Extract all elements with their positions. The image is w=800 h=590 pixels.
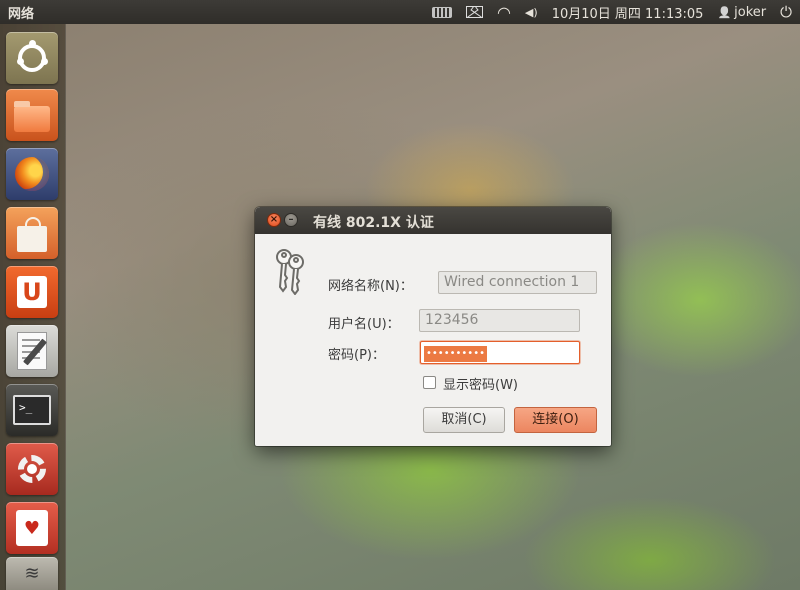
show-password-checkbox[interactable] xyxy=(423,376,436,389)
username-field[interactable]: 123456 xyxy=(419,309,580,332)
wifi-icon: ◠ xyxy=(496,2,511,22)
launcher-system-settings[interactable] xyxy=(6,443,58,495)
user-menu[interactable]: 👤 joker xyxy=(717,5,766,20)
launcher: U >_ ♥ ≋ xyxy=(0,24,66,590)
app-title: 网络 xyxy=(8,7,35,22)
close-button[interactable]: × xyxy=(267,213,281,227)
password-mask: •••••••••• xyxy=(424,346,487,362)
password-field[interactable]: •••••••••• xyxy=(420,341,580,364)
wifi-indicator[interactable]: ◠ xyxy=(497,3,511,22)
show-password-label[interactable]: 显示密码(W) xyxy=(443,374,518,393)
keyboard-icon xyxy=(431,6,452,18)
launcher-terminal[interactable]: >_ xyxy=(6,384,58,436)
playing-cards-icon: ♥ xyxy=(16,510,48,546)
ubuntu-logo-icon xyxy=(18,40,46,72)
firefox-icon xyxy=(15,157,49,191)
launcher-network[interactable]: ≋ xyxy=(6,557,58,590)
password-label: 密码(P)： xyxy=(328,348,385,363)
shopping-bag-icon xyxy=(17,217,47,252)
connect-button[interactable]: 连接(O) xyxy=(514,407,597,433)
launcher-firefox[interactable] xyxy=(6,148,58,200)
top-panel: 网络 ◠ ◀) 10月10日 周四 11:13:05 👤 joker ⏻ xyxy=(0,0,800,24)
clock[interactable]: 10月10日 周四 11:13:05 xyxy=(552,3,704,22)
launcher-software-center[interactable] xyxy=(6,207,58,259)
launcher-text-editor[interactable] xyxy=(6,325,58,377)
indicator-area: ◠ ◀) 10月10日 周四 11:13:05 👤 joker ⏻ xyxy=(431,0,792,24)
username-label: 用户名(U)： xyxy=(328,317,400,332)
launcher-solitaire[interactable]: ♥ xyxy=(6,502,58,554)
ubuntu-one-icon: U xyxy=(17,276,47,308)
volume-indicator[interactable]: ◀) xyxy=(525,6,538,19)
folder-icon xyxy=(14,101,50,132)
launcher-dash[interactable] xyxy=(6,32,58,84)
cancel-button[interactable]: 取消(C) xyxy=(423,407,505,433)
dialog-title: 有线 802.1X 认证 xyxy=(313,215,434,231)
volume-icon: ◀) xyxy=(524,5,538,19)
network-name-label: 网络名称(N)： xyxy=(328,279,413,294)
mail-icon xyxy=(465,6,483,18)
launcher-files[interactable] xyxy=(6,89,58,141)
launcher-ubuntu-one[interactable]: U xyxy=(6,266,58,318)
user-name: joker xyxy=(734,4,767,20)
dialog-titlebar[interactable]: × – 有线 802.1X 认证 xyxy=(255,207,611,234)
auth-dialog: × – 有线 802.1X 认证 网络名称(N)： Wired connecti… xyxy=(255,207,611,446)
gear-icon xyxy=(18,455,46,483)
network-name-field[interactable]: Wired connection 1 xyxy=(438,271,597,294)
minimize-button[interactable]: – xyxy=(284,213,298,227)
terminal-icon: >_ xyxy=(13,395,51,425)
network-icon: ≋ xyxy=(24,563,40,584)
keys-icon xyxy=(276,249,304,295)
power-indicator[interactable]: ⏻ xyxy=(780,3,792,21)
mail-indicator[interactable] xyxy=(465,6,483,18)
keyboard-indicator[interactable] xyxy=(431,6,452,18)
user-icon: 👤 xyxy=(717,5,732,19)
power-icon: ⏻ xyxy=(780,3,792,21)
